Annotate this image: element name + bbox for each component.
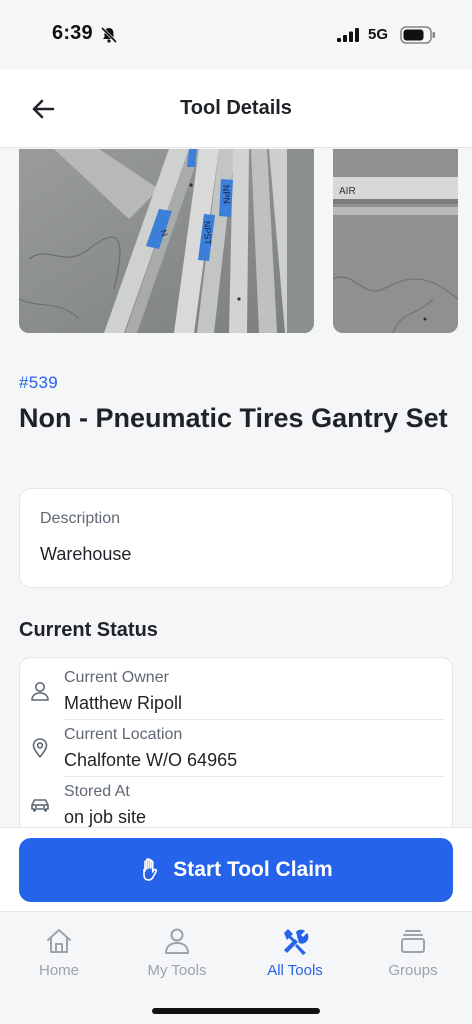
tool-details-content[interactable]: N NPST NPN AIR #539 Non - Pneumatic Tire… xyxy=(0,149,472,827)
tool-photo[interactable]: N NPST NPN xyxy=(19,149,314,333)
tool-photo-image: AIR xyxy=(333,149,458,333)
tab-all-tools[interactable]: All Tools xyxy=(236,926,354,986)
status-row-label: Current Owner xyxy=(64,669,169,686)
car-icon xyxy=(31,799,49,812)
bottom-tab-bar: Home My Tools All Tools Groups xyxy=(0,911,472,1024)
current-status-title: Current Status xyxy=(19,619,158,641)
status-row-value: Chalfonte W/O 64965 xyxy=(64,750,238,770)
tab-label: Groups xyxy=(388,962,438,979)
tool-photo-image: N NPST NPN xyxy=(19,149,314,333)
stack-icon xyxy=(401,930,425,953)
hand-icon xyxy=(143,858,158,881)
description-card: Description Warehouse xyxy=(19,488,453,588)
cta-container: Start Tool Claim xyxy=(0,827,472,911)
tools-icon xyxy=(284,929,309,955)
description-value: Warehouse xyxy=(40,544,132,564)
tool-name: Non - Pneumatic Tires Gantry Set xyxy=(19,403,448,433)
tab-groups[interactable]: Groups xyxy=(354,926,472,986)
start-tool-claim-label: Start Tool Claim xyxy=(173,858,333,881)
tab-label: All Tools xyxy=(267,962,323,979)
person-icon xyxy=(31,682,49,701)
home-icon xyxy=(47,929,71,953)
bell-slash-icon xyxy=(100,26,118,44)
tab-label: Home xyxy=(38,962,79,979)
photo-tag-3: NPN xyxy=(221,185,232,204)
tool-photo[interactable]: AIR xyxy=(333,149,458,333)
status-time: 6:39 xyxy=(52,22,93,44)
status-row-stored-at: Stored At on job site xyxy=(20,772,454,827)
signal-icon xyxy=(337,28,359,42)
network-label: 5G xyxy=(368,26,389,43)
photo-tag-4: AIR xyxy=(339,186,356,197)
tab-my-tools[interactable]: My Tools xyxy=(118,926,236,986)
status-row-value: Matthew Ripoll xyxy=(64,693,183,713)
tab-label: My Tools xyxy=(147,962,207,979)
current-status-card: Current Owner Matthew Ripoll Current Loc… xyxy=(19,657,453,827)
photo-tag-2: NPST xyxy=(202,221,213,246)
status-bar: 6:39 5G xyxy=(0,0,472,70)
home-indicator xyxy=(152,1008,320,1014)
page-title: Tool Details xyxy=(180,97,292,119)
location-pin-icon xyxy=(32,738,48,758)
tab-home[interactable]: Home xyxy=(0,926,118,986)
tool-number: #539 xyxy=(19,373,59,392)
battery-icon xyxy=(400,26,435,44)
status-row-owner: Current Owner Matthew Ripoll xyxy=(20,658,454,715)
user-icon xyxy=(165,928,189,954)
status-row-value: on job site xyxy=(64,807,147,827)
status-row-label: Current Location xyxy=(64,726,183,743)
status-row-label: Stored At xyxy=(64,783,130,800)
status-row-location: Current Location Chalfonte W/O 64965 xyxy=(20,715,454,772)
description-label: Description xyxy=(40,510,121,527)
app-header: Tool Details xyxy=(0,70,472,148)
start-tool-claim-button[interactable]: Start Tool Claim xyxy=(19,838,453,902)
